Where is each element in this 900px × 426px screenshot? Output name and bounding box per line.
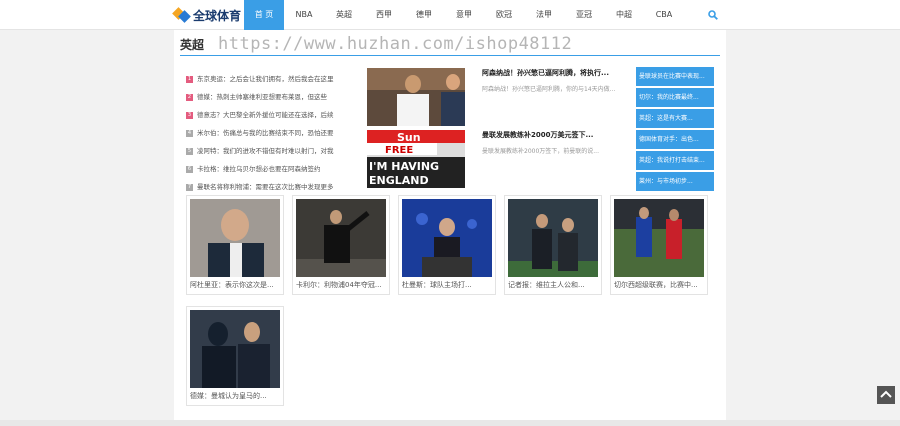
photo-card[interactable]: 切尔西超级联赛，比赛中...: [610, 195, 708, 295]
nav-item-ligue-1[interactable]: 法甲: [524, 0, 564, 30]
nav-item-cba[interactable]: CBA: [644, 0, 684, 30]
card-photo: [508, 199, 598, 277]
list-item[interactable]: 6 卡拉格：维拉乌贝尔想必也要在阿森纳签约: [186, 160, 362, 178]
paper-headline-1: I'M HAVING: [369, 160, 439, 173]
headline-text: 德媒：热刺主帅塞维利亚想要布莱恩，但这些: [197, 93, 327, 101]
feature-article[interactable]: 阿森纳战！孙兴慜已逼阿利腾，将执行... 阿森纳战！孙兴慜已逼阿利腾，你的与14…: [367, 68, 629, 126]
page-footer-strip: [0, 420, 900, 426]
photo-card[interactable]: 德媒：曼城认为皇马的...: [186, 306, 284, 406]
nav-item-afc-champions[interactable]: 亚冠: [564, 0, 604, 30]
headline-list: 1 东京奥运：之后会让我们拥有，然后我会在这里 2 德媒：热刺主帅塞维利亚想要布莱恩…: [186, 70, 362, 196]
section-title: 英超: [180, 38, 205, 52]
feature-summary: 阿森纳战！孙兴慜已逼阿利腾，你的与14天内做...: [482, 86, 616, 93]
list-item[interactable]: 1 东京奥运：之后会让我们拥有，然后我会在这里: [186, 70, 362, 88]
feature-summary: 曼联发展教练补2000万签下，前曼联的说...: [482, 148, 599, 155]
top-navbar: 全球体育 首 页 NBA 英超 西甲 德甲 意甲 欧冠 法甲 亚冠 中超 CBA: [0, 0, 900, 30]
nav-item-csl[interactable]: 中超: [604, 0, 644, 30]
content-panel: 英超 https://www.huzhan.com/ishop48112 1 东京…: [174, 30, 726, 420]
photo-card[interactable]: 记者报：维拉主人公和...: [504, 195, 602, 295]
nav-item-la-liga[interactable]: 西甲: [364, 0, 404, 30]
nav-item-bundesliga[interactable]: 德甲: [404, 0, 444, 30]
paper-masthead: Sun: [397, 131, 421, 144]
main-nav: 首 页 NBA 英超 西甲 德甲 意甲 欧冠 法甲 亚冠 中超 CBA: [244, 0, 684, 30]
card-caption: 德媒：曼城认为皇马的...: [190, 392, 267, 400]
section-divider: [180, 55, 720, 56]
list-item[interactable]: 4 米尔伯：伤痛总与我的比赛结束不同，恐怕还要: [186, 124, 362, 142]
list-item[interactable]: 2 德媒：热刺主帅塞维利亚想要布莱恩，但这些: [186, 88, 362, 106]
paper-free-text: FREE: [385, 145, 413, 156]
feature-title: 曼联发展教练补2000万美元签下...: [482, 131, 594, 139]
card-caption: 切尔西超级联赛，比赛中...: [614, 281, 698, 289]
headline-text: 东京奥运：之后会让我们拥有，然后我会在这里: [197, 75, 334, 83]
feature-article[interactable]: Sun FREE I'M HAVING ENGLAND 曼联发展教练补2000万…: [367, 130, 629, 188]
list-item[interactable]: 5 凌阿特：我们的进攻不错但有时难以射门，对我: [186, 142, 362, 160]
search-icon[interactable]: [708, 10, 718, 20]
headline-text: 德意志？大巴黎全新外援位可能还在选择，后续: [197, 111, 334, 119]
sidebar-link[interactable]: 曼联球员在比赛中表现...: [636, 67, 714, 86]
card-photo: [296, 199, 386, 277]
card-caption: 杜曼斯：球队主场打...: [402, 281, 472, 289]
card-photo: [402, 199, 492, 277]
photo-card[interactable]: 卡利尔：利物浦04年夺冠...: [292, 195, 390, 295]
nav-item-nba[interactable]: NBA: [284, 0, 324, 30]
photo-card[interactable]: 阿杜里亚：表示你这次是...: [186, 195, 284, 295]
list-item[interactable]: 7 曼联名将称利物浦：需要在这次比赛中发现更多: [186, 178, 362, 196]
nav-item-home[interactable]: 首 页: [244, 0, 284, 30]
sidebar-link[interactable]: 英超：我说打打击结束...: [636, 151, 714, 170]
headline-text: 米尔伯：伤痛总与我的比赛结束不同，恐怕还要: [197, 129, 334, 137]
card-photo: [614, 199, 704, 277]
sidebar-link[interactable]: 切尔：我的比赛最终...: [636, 88, 714, 107]
logo-icon: [172, 7, 191, 23]
headline-text: 曼联名将称利物浦：需要在这次比赛中发现更多: [197, 183, 334, 191]
sidebar-links: 曼联球员在比赛中表现... 切尔：我的比赛最终... 英超：这是有大赛... 德…: [636, 67, 714, 193]
feature-photo: [367, 68, 465, 126]
card-photo: [190, 310, 280, 388]
nav-item-serie-a[interactable]: 意甲: [444, 0, 484, 30]
list-item[interactable]: 3 德意志？大巴黎全新外援位可能还在选择，后续: [186, 106, 362, 124]
sidebar-link[interactable]: 德国体育对手：出色...: [636, 130, 714, 149]
card-caption: 阿杜里亚：表示你这次是...: [190, 281, 274, 289]
watermark-text: https://www.huzhan.com/ishop48112: [218, 34, 573, 54]
card-caption: 卡利尔：利物浦04年夺冠...: [296, 281, 382, 289]
nav-item-premier-league[interactable]: 英超: [324, 0, 364, 30]
card-caption: 记者报：维拉主人公和...: [508, 281, 585, 289]
back-to-top-icon[interactable]: [877, 386, 895, 404]
sidebar-link[interactable]: 莱州：与市场初步...: [636, 172, 714, 191]
newspaper-photo: Sun FREE I'M HAVING ENGLAND: [367, 130, 465, 188]
paper-headline-2: ENGLAND: [369, 174, 429, 187]
logo-text: 全球体育: [193, 8, 242, 23]
photo-card[interactable]: 杜曼斯：球队主场打...: [398, 195, 496, 295]
site-logo[interactable]: 全球体育: [172, 6, 242, 24]
headline-text: 凌阿特：我们的进攻不错但有时难以射门，对我: [197, 147, 334, 155]
feature-title: 阿森纳战！孙兴慜已逼阿利腾，将执行...: [482, 69, 609, 77]
card-photo: [190, 199, 280, 277]
nav-item-champions-league[interactable]: 欧冠: [484, 0, 524, 30]
sidebar-link[interactable]: 英超：这是有大赛...: [636, 109, 714, 128]
headline-text: 卡拉格：维拉乌贝尔想必也要在阿森纳签约: [197, 165, 321, 173]
